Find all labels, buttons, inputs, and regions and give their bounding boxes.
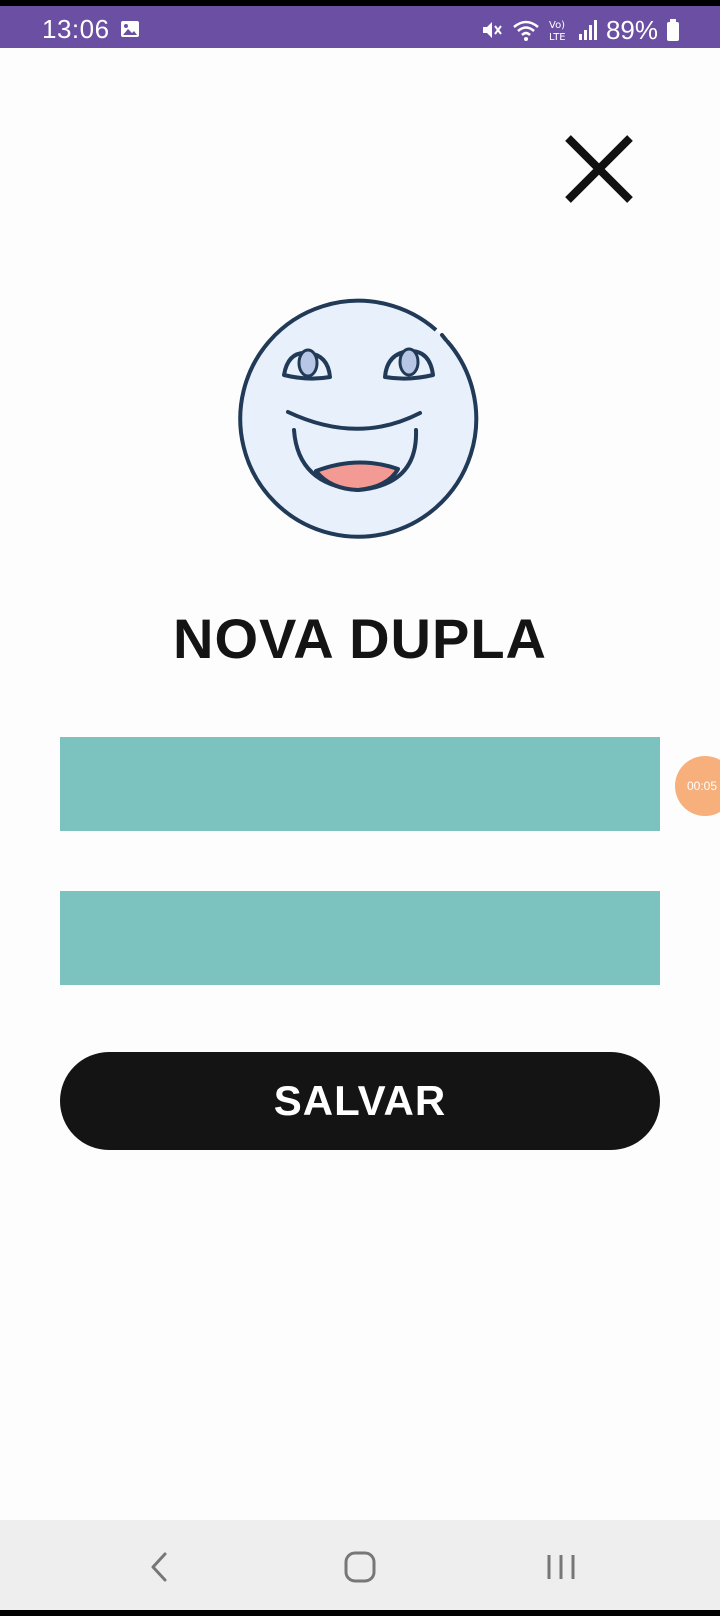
home-icon[interactable] bbox=[335, 1542, 385, 1592]
recording-timer-bubble[interactable]: 00:05 bbox=[675, 756, 720, 816]
smiling-face-icon bbox=[238, 298, 479, 539]
second-player-field[interactable] bbox=[60, 891, 660, 985]
navigation-bar bbox=[0, 1520, 720, 1616]
mute-icon bbox=[482, 22, 502, 38]
app-screen: 13:06 Vo) LTE 89% NOVA DUPLA SALVAR 00:0… bbox=[0, 0, 720, 1616]
recents-icon[interactable] bbox=[537, 1542, 587, 1592]
signal-icon bbox=[578, 20, 597, 40]
back-icon[interactable] bbox=[135, 1542, 185, 1592]
volte-icon: Vo) LTE bbox=[549, 20, 566, 43]
save-button[interactable]: SALVAR bbox=[60, 1052, 660, 1150]
page-title: NOVA DUPLA bbox=[173, 607, 547, 670]
gallery-icon bbox=[121, 21, 139, 37]
first-player-field[interactable] bbox=[60, 737, 660, 831]
wifi-icon bbox=[513, 20, 539, 41]
status-icons: Vo) LTE 89% bbox=[480, 14, 680, 46]
svg-text:Vo): Vo) bbox=[549, 20, 565, 31]
close-icon bbox=[565, 135, 633, 203]
close-button[interactable] bbox=[560, 130, 638, 208]
battery-icon bbox=[667, 19, 679, 41]
status-time: 13:06 bbox=[42, 14, 110, 44]
battery-percentage: 89% bbox=[605, 14, 658, 45]
svg-text:LTE: LTE bbox=[549, 32, 566, 43]
status-bar: 13:06 Vo) LTE 89% bbox=[0, 0, 720, 48]
